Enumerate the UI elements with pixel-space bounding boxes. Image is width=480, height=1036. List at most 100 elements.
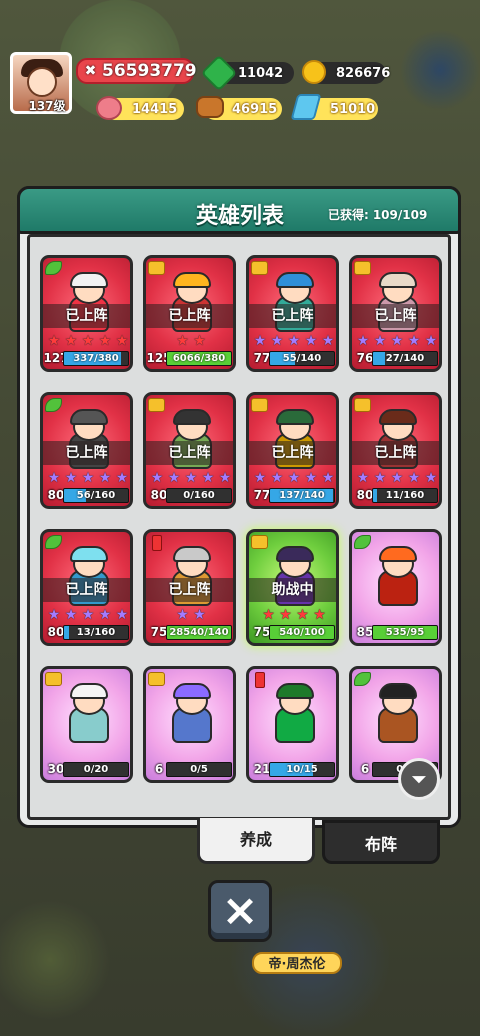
- hero-portrait: [372, 683, 424, 743]
- hero-card[interactable]: 60/5: [143, 666, 236, 783]
- hero-hair: [379, 546, 417, 562]
- star-icon: ★: [64, 470, 78, 486]
- hero-status: 已上阵: [146, 304, 233, 328]
- hero-card[interactable]: 助战中 ★ ★ ★ ★ 75 540/100: [246, 529, 339, 646]
- star-icon: ★: [296, 607, 309, 623]
- leaf-icon: [45, 261, 62, 275]
- hero-card[interactable]: 已上阵 ★ ★ 75 28540/140: [143, 529, 236, 646]
- leaf-icon: [45, 535, 62, 549]
- hero-card[interactable]: 已上阵 ★ ★ ★ ★ ★ 77 55/140: [246, 255, 339, 372]
- hero-card[interactable]: 85 535/95: [349, 529, 442, 646]
- tab-train[interactable]: 养成: [197, 818, 315, 864]
- hero-hair: [173, 683, 211, 699]
- star-icon: ★: [407, 470, 421, 486]
- star-icon: ★: [150, 470, 164, 486]
- hero-card[interactable]: 已上阵 ★ ★ ★ ★ ★ 80 11/160: [349, 392, 442, 509]
- close-button[interactable]: ×: [208, 880, 272, 942]
- star-icon: ★: [321, 333, 335, 349]
- star-icon: ★: [279, 607, 292, 623]
- hero-progress-bar: 56/160: [63, 488, 129, 503]
- hero-hair: [276, 546, 314, 562]
- hero-card[interactable]: 已上阵 ★ ★ ★ ★ ★ 127 337/380: [40, 255, 133, 372]
- hero-grid[interactable]: 已上阵 ★ ★ ★ ★ ★ 127 337/380 已上阵 ★ ★ 125 6066/380 已上阵 ★ ★ ★…: [27, 234, 451, 820]
- hero-status: 已上阵: [352, 441, 439, 465]
- star-icon: ★: [270, 333, 284, 349]
- hero-banner: 帝·周杰伦: [252, 952, 342, 974]
- book-icon: [251, 261, 268, 275]
- star-icon: ★: [253, 333, 267, 349]
- hero-portrait: [372, 546, 424, 606]
- hero-progress-bar: 28540/140: [166, 625, 232, 640]
- hero-progress-bar: 13/160: [63, 625, 129, 640]
- hero-stars: ★ ★ ★ ★ ★: [354, 470, 439, 486]
- hero-card[interactable]: 21 10/15: [246, 666, 339, 783]
- hero-hair: [379, 272, 417, 288]
- wood-icon: [196, 96, 224, 118]
- star-icon: ★: [47, 333, 61, 349]
- hero-card[interactable]: 已上阵 ★ ★ 125 6066/380: [143, 255, 236, 372]
- star-icon: ★: [270, 470, 284, 486]
- sword-icon: [152, 535, 162, 551]
- star-icon: ★: [390, 333, 404, 349]
- hero-card[interactable]: 已上阵 ★ ★ ★ ★ ★ 80 0/160: [143, 392, 236, 509]
- star-icon: ★: [373, 333, 387, 349]
- star-icon: ★: [193, 333, 206, 349]
- leaf-icon: [354, 535, 371, 549]
- star-icon: ★: [115, 607, 129, 623]
- hero-stars: ★ ★ ★ ★: [251, 607, 336, 623]
- player-level: 137级: [28, 99, 66, 113]
- hero-progress-text: 0/5: [190, 764, 208, 775]
- avatar-face: [27, 67, 57, 97]
- hero-hair: [276, 409, 314, 425]
- star-icon: ★: [98, 607, 112, 623]
- hero-hair: [173, 409, 211, 425]
- hero-stars: ★ ★ ★ ★ ★: [251, 470, 336, 486]
- star-icon: ★: [201, 470, 215, 486]
- hero-progress-bar: 0/5: [166, 762, 232, 777]
- hero-progress-text: 6066/380: [172, 353, 226, 364]
- filter-button[interactable]: ⏷: [398, 758, 440, 800]
- hero-hair: [173, 272, 211, 288]
- star-icon: ★: [262, 607, 275, 623]
- hero-progress-text: 27/140: [385, 353, 425, 364]
- star-icon: ★: [356, 470, 370, 486]
- hero-stars: ★ ★ ★ ★ ★: [148, 470, 233, 486]
- star-icon: ★: [176, 333, 189, 349]
- star-icon: ★: [373, 470, 387, 486]
- gold-value: 826676: [336, 65, 391, 81]
- star-icon: ★: [313, 607, 326, 623]
- sword-icon: [255, 672, 265, 688]
- hero-hair: [70, 546, 108, 562]
- owned-label: 已获得:: [328, 208, 369, 222]
- panel-title: 英雄列表: [195, 204, 284, 229]
- hero-hair: [70, 409, 108, 425]
- hero-card[interactable]: 30 0/20: [40, 666, 133, 783]
- hero-status: 已上阵: [43, 441, 130, 465]
- star-icon: ★: [98, 470, 112, 486]
- star-icon: ★: [390, 470, 404, 486]
- hero-progress-bar: 55/140: [269, 351, 335, 366]
- star-icon: ★: [424, 470, 438, 486]
- tab-formation[interactable]: 布阵: [322, 820, 440, 864]
- hero-hair: [70, 683, 108, 699]
- book-icon: [148, 398, 165, 412]
- leaf-icon: [45, 398, 62, 412]
- owned-value: 109/109: [372, 208, 428, 222]
- hero-hair: [276, 683, 314, 699]
- crystal-value: 51010: [330, 101, 376, 117]
- wood-value: 46915: [232, 101, 278, 117]
- hero-status: 助战中: [249, 578, 336, 602]
- hero-progress-text: 11/160: [385, 490, 425, 501]
- hero-status: 已上阵: [249, 304, 336, 328]
- star-icon: ★: [64, 607, 78, 623]
- hero-status: 已上阵: [43, 304, 130, 328]
- hero-card[interactable]: 已上阵 ★ ★ ★ ★ ★ 80 56/160: [40, 392, 133, 509]
- hero-card[interactable]: 已上阵 ★ ★ ★ ★ ★ 76 27/140: [349, 255, 442, 372]
- star-icon: ★: [81, 607, 95, 623]
- star-icon: ★: [176, 607, 189, 623]
- star-icon: ★: [47, 470, 61, 486]
- hero-card[interactable]: 已上阵 ★ ★ ★ ★ ★ 77 137/140: [246, 392, 339, 509]
- star-icon: ★: [64, 333, 78, 349]
- hero-card[interactable]: 已上阵 ★ ★ ★ ★ ★ 80 13/160: [40, 529, 133, 646]
- hero-progress-bar: 535/95: [372, 625, 438, 640]
